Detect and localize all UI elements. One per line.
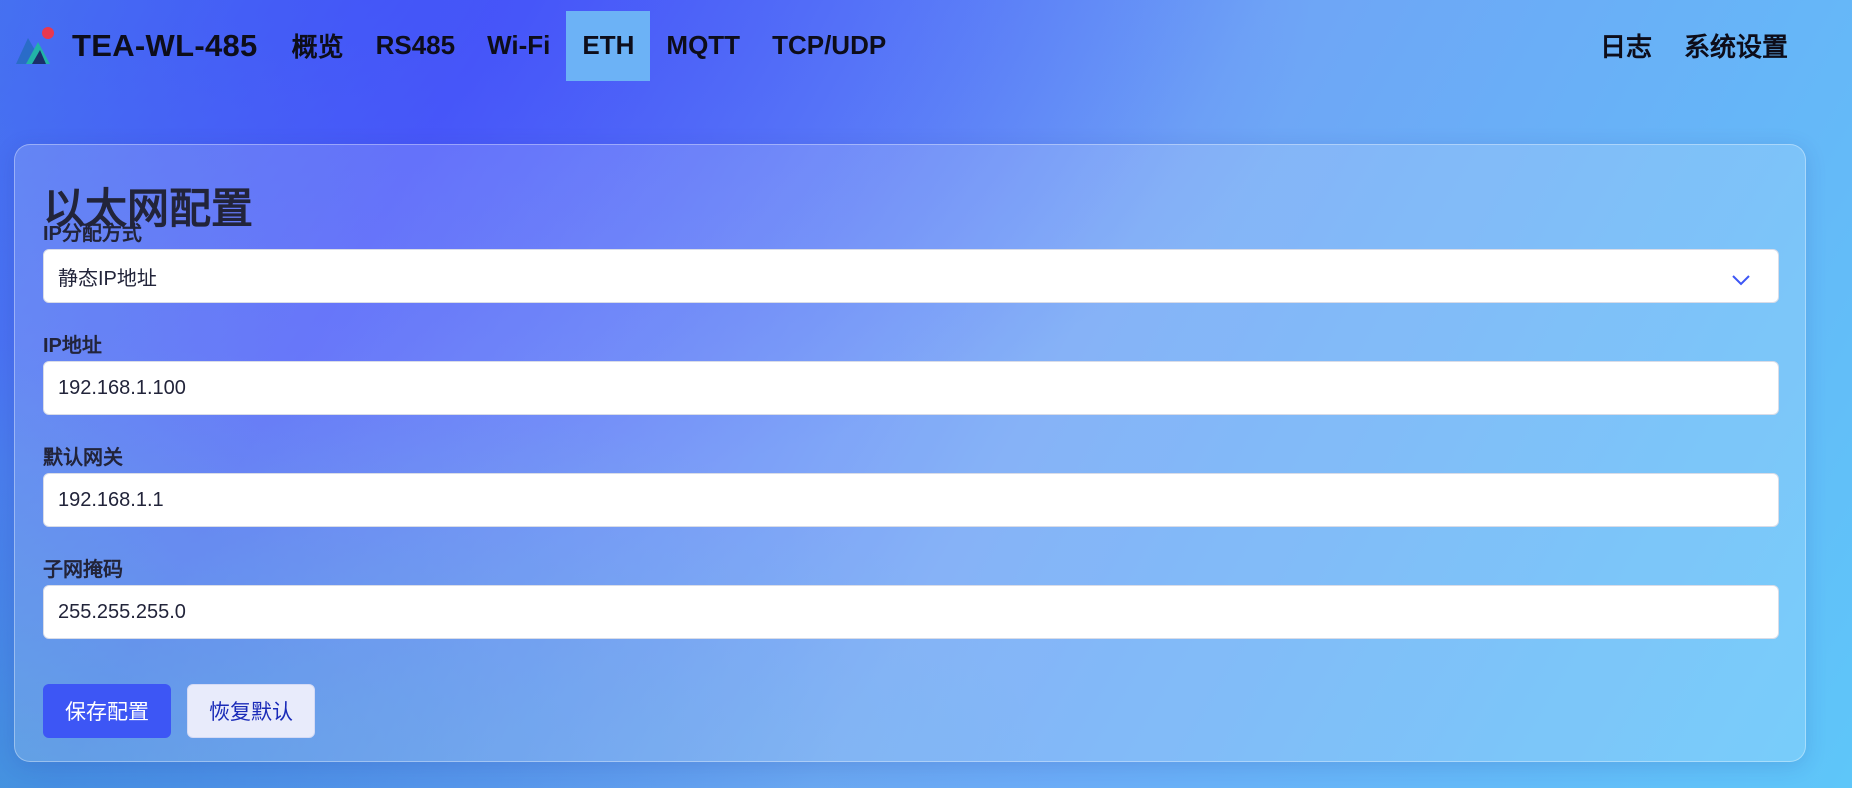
brand-logo-icon	[14, 24, 58, 68]
netmask-value: 255.255.255.0	[58, 600, 186, 623]
netmask-input[interactable]: 255.255.255.0	[43, 585, 1779, 639]
ip-mode-value: 静态IP地址	[58, 267, 157, 290]
nav-item-eth[interactable]: ETH	[566, 10, 651, 81]
save-config-button[interactable]: 保存配置	[43, 684, 171, 738]
gateway-input[interactable]: 192.168.1.1	[43, 473, 1779, 527]
nav-item-mqtt[interactable]: MQTT	[650, 11, 756, 81]
nav-right: 日志 系统设置	[1584, 10, 1804, 80]
eth-config-card: 以太网配置 IP分配方式 静态IP地址 IP地址 192.168.1.100 默…	[14, 144, 1806, 762]
ip-mode-label: IP分配方式	[43, 223, 142, 245]
top-navbar: TEA-WL-485 概览 RS485 Wi-Fi ETH MQTT TCP/U…	[0, 0, 1852, 91]
ip-address-input[interactable]: 192.168.1.100	[43, 361, 1779, 415]
nav-item-rs485[interactable]: RS485	[360, 11, 472, 81]
nav-item-system-settings[interactable]: 系统设置	[1668, 10, 1804, 80]
ip-address-value: 192.168.1.100	[58, 376, 186, 399]
ip-mode-select[interactable]: 静态IP地址	[43, 249, 1779, 303]
gateway-label: 默认网关	[43, 447, 123, 469]
netmask-label: 子网掩码	[43, 559, 123, 581]
brand-name: TEA-WL-485	[72, 27, 258, 63]
nav-item-wifi[interactable]: Wi-Fi	[471, 11, 566, 81]
nav-item-logs[interactable]: 日志	[1584, 10, 1668, 80]
brand[interactable]: TEA-WL-485	[14, 24, 258, 68]
nav-item-tcp-udp[interactable]: TCP/UDP	[756, 11, 902, 81]
main-nav: 概览 RS485 Wi-Fi ETH MQTT TCP/UDP	[276, 10, 903, 81]
chevron-down-icon	[1732, 269, 1750, 286]
restore-defaults-button[interactable]: 恢复默认	[187, 684, 315, 738]
nav-item-overview[interactable]: 概览	[276, 11, 360, 81]
gateway-value: 192.168.1.1	[58, 488, 164, 511]
ip-address-label: IP地址	[43, 335, 102, 357]
